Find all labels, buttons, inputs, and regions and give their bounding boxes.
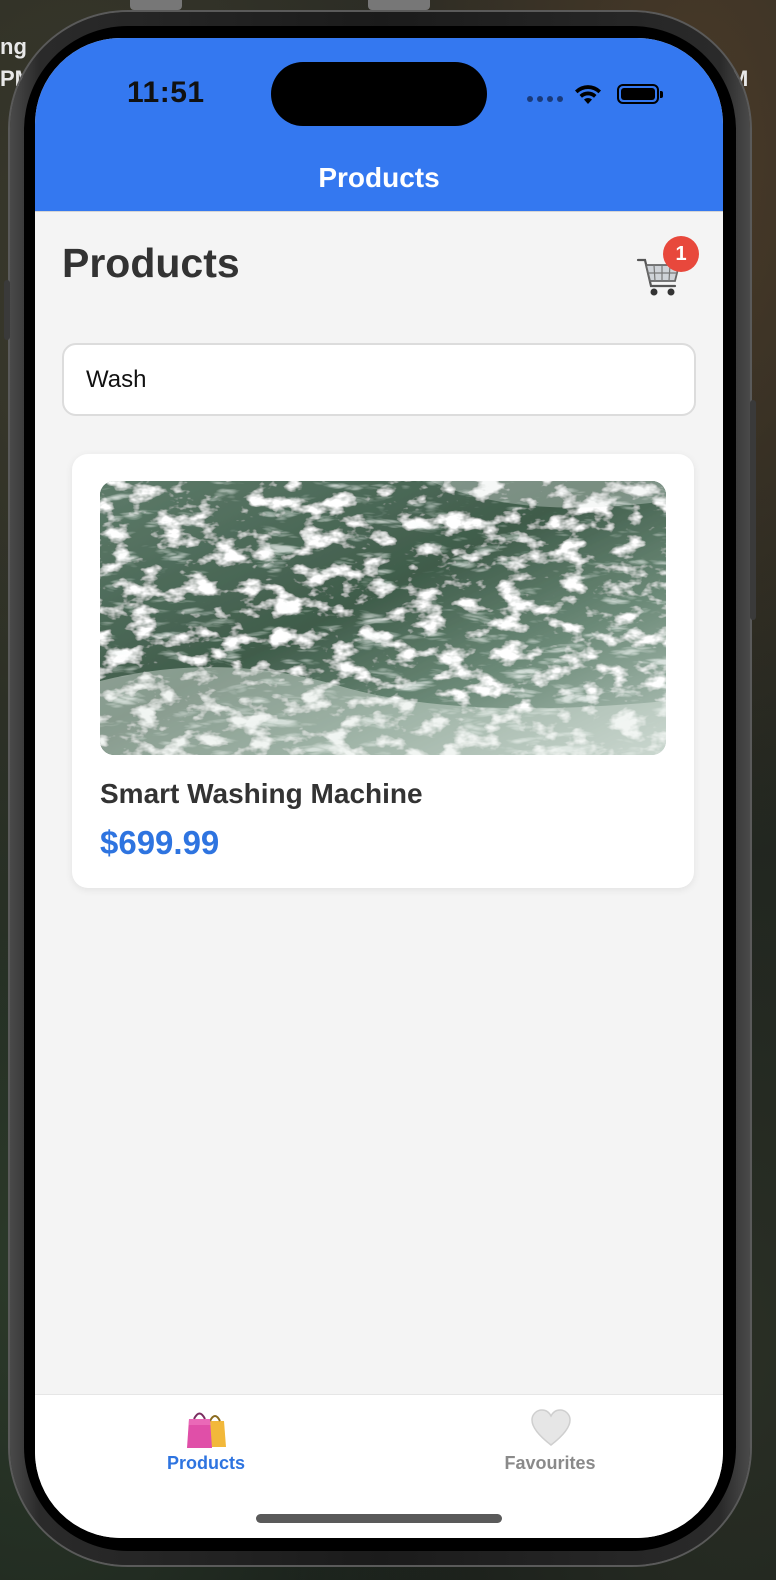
- status-time: 11:51: [127, 76, 205, 109]
- battery-icon: [617, 84, 663, 104]
- cart-badge: 1: [663, 236, 699, 272]
- product-image: [100, 481, 666, 755]
- side-button: [750, 400, 756, 620]
- page-title: Products: [62, 240, 240, 286]
- side-button: [4, 280, 10, 340]
- tab-favourites[interactable]: Favourites: [440, 1395, 660, 1485]
- app-screen: 11:51 Products Products 1 Wash Smart Was…: [35, 38, 723, 1538]
- tab-label: Products: [166, 1453, 245, 1473]
- product-card[interactable]: Smart Washing Machine $699.99: [72, 454, 694, 888]
- shopping-bags-icon: [187, 1412, 226, 1448]
- search-input[interactable]: [62, 343, 696, 416]
- background-window-chip: [130, 0, 182, 10]
- wifi-icon: [575, 85, 601, 104]
- status-icons: [527, 80, 667, 108]
- tab-label: Favourites: [504, 1453, 596, 1473]
- background-text: ng: [0, 34, 27, 59]
- cellular-dots-icon: [527, 96, 563, 102]
- nav-title: Products: [318, 162, 440, 193]
- home-indicator: [256, 1514, 502, 1523]
- product-price: $699.99: [100, 824, 220, 861]
- nav-header: 11:51 Products: [35, 38, 723, 212]
- product-name: Smart Washing Machine: [100, 778, 423, 809]
- background-window-chip: [368, 0, 430, 10]
- tab-products[interactable]: Products: [96, 1395, 316, 1485]
- dynamic-island: [271, 62, 487, 126]
- heart-icon: [531, 1409, 571, 1446]
